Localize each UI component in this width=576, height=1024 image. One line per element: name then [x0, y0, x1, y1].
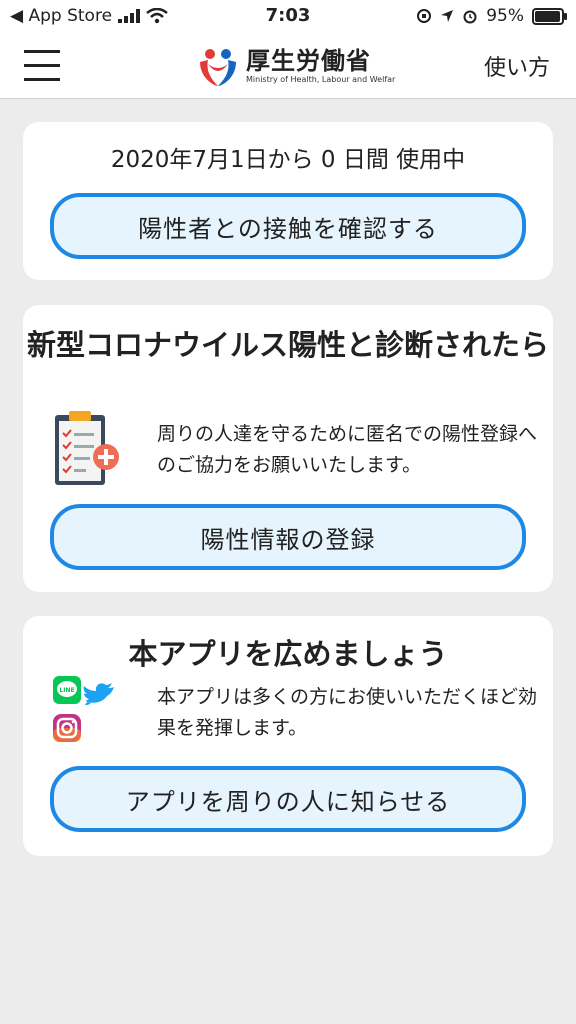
menu-line	[24, 50, 60, 53]
orientation-lock-icon	[417, 9, 432, 23]
logo-text: 厚生労働省 Ministry of Health, Labour and Wel…	[246, 47, 395, 85]
positive-report-card: 新型コロナウイルス陽性と診断されたら 周りの人達を守るために匿名での陽性登録への…	[23, 305, 553, 592]
status-bar: ◀ App Store 7:03 95%	[0, 0, 576, 34]
instagram-icon	[53, 714, 81, 742]
status-right: 95%	[416, 6, 567, 26]
app-header: 厚生労働省 Ministry of Health, Labour and Wel…	[0, 34, 576, 99]
location-icon	[441, 10, 454, 22]
battery-icon	[532, 7, 567, 25]
logo-subtitle: Ministry of Health, Labour and Welfar	[246, 75, 396, 84]
alarm-icon	[463, 10, 477, 24]
clipboard-medical-icon	[55, 411, 119, 485]
howto-link[interactable]: 使い方	[484, 50, 550, 82]
menu-line	[24, 64, 60, 67]
hamburger-menu-button[interactable]	[24, 50, 60, 82]
line-icon-label: LINE	[59, 687, 74, 694]
check-contact-button[interactable]: 陽性者との接触を確認する	[50, 193, 526, 259]
positive-card-description: 周りの人達を守るために匿名での陽性登録へのご協力をお願いいたします。	[157, 423, 538, 476]
share-card-description: 本アプリは多くの方にお使いいただくほど効果を発揮します。	[157, 686, 538, 739]
share-app-button[interactable]: アプリを周りの人に知らせる	[50, 766, 526, 832]
battery-percent: 95%	[486, 6, 524, 26]
mhlw-logo: 厚生労働省 Ministry of Health, Labour and Wel…	[196, 40, 395, 92]
usage-duration-text: 2020年7月1日から 0 日間 使用中	[110, 147, 466, 173]
line-icon: LINE	[53, 676, 81, 704]
twitter-icon	[83, 683, 114, 705]
positive-card-title: 新型コロナウイルス陽性と診断されたら	[26, 328, 549, 362]
social-icons: LINE	[53, 676, 114, 742]
share-card-title: 本アプリを広めましょう	[128, 637, 448, 671]
battery-level	[535, 10, 560, 22]
menu-line	[24, 78, 60, 81]
usage-card: 2020年7月1日から 0 日間 使用中 陽性者との接触を確認する	[23, 122, 553, 280]
logo-title: 厚生労働省	[246, 47, 371, 75]
share-card: 本アプリを広めましょう LINE 本アプリは多くの方にお使いいただくほど効果を発…	[23, 616, 553, 856]
mhlw-emblem-icon	[198, 46, 238, 86]
register-positive-button[interactable]: 陽性情報の登録	[50, 504, 526, 570]
